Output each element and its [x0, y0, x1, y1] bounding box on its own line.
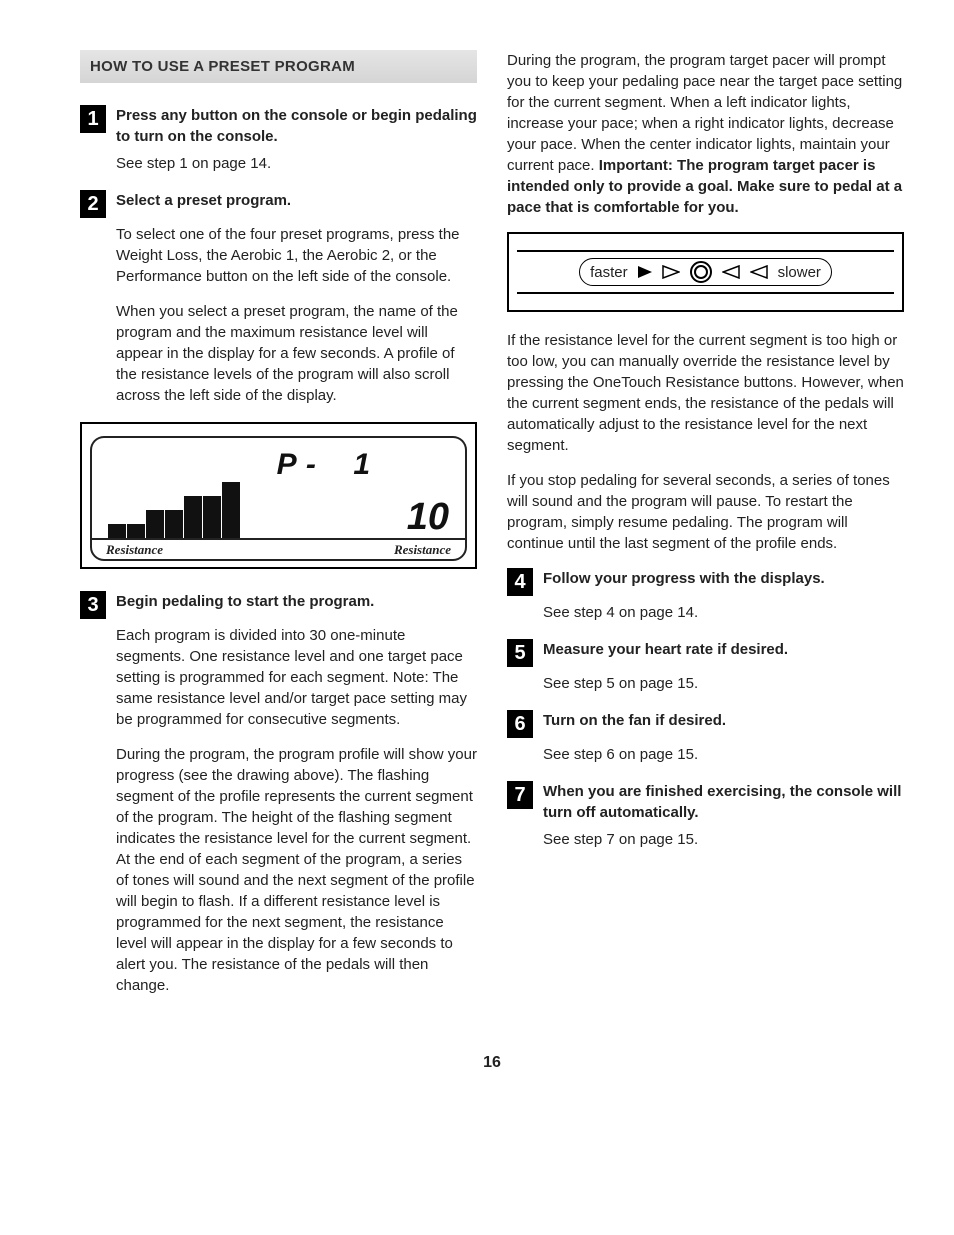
step-num-2: 2 — [80, 190, 106, 218]
step-4-body: See step 4 on page 14. — [543, 602, 904, 623]
step-2: 2 Select a preset program. — [80, 190, 477, 218]
step-num-5: 5 — [507, 639, 533, 667]
step-5: 5 Measure your heart rate if desired. — [507, 639, 904, 667]
step-2-body2: When you select a preset program, the na… — [116, 301, 477, 406]
right-p3: If you stop pedaling for several seconds… — [507, 470, 904, 554]
pacer-diagram: faster slower — [507, 232, 904, 312]
step-4-title: Follow your progress with the displays. — [543, 568, 825, 589]
arrow-left-outline-icon-1 — [722, 265, 740, 279]
step-num-1: 1 — [80, 105, 106, 133]
step-7-body: See step 7 on page 15. — [543, 829, 904, 850]
right-p2: If the resistance level for the current … — [507, 330, 904, 456]
step-5-body: See step 5 on page 15. — [543, 673, 904, 694]
display-ten-label: 10 — [407, 498, 449, 536]
display-one-label: 1 — [353, 444, 370, 486]
step-7: 7 When you are finished exercising, the … — [507, 781, 904, 823]
page-number: 16 — [80, 1052, 904, 1074]
step-6: 6 Turn on the fan if desired. — [507, 710, 904, 738]
step-5-title: Measure your heart rate if desired. — [543, 639, 788, 660]
display-diagram: P - 1 10 Resistance Resistance — [80, 422, 477, 569]
display-p-label: P - — [277, 444, 317, 486]
profile-bars — [108, 482, 240, 538]
step-1: 1 Press any button on the console or beg… — [80, 105, 477, 147]
arrow-left-outline-icon-2 — [750, 265, 768, 279]
step-7-title: When you are finished exercising, the co… — [543, 781, 904, 823]
step-3-title: Begin pedaling to start the program. — [116, 591, 374, 612]
arrow-right-outline-icon — [662, 265, 680, 279]
target-circle-icon — [690, 261, 712, 283]
arrow-right-solid-icon — [638, 266, 652, 278]
step-3-body2: During the program, the program profile … — [116, 744, 477, 996]
step-1-body: See step 1 on page 14. — [116, 153, 477, 174]
step-num-4: 4 — [507, 568, 533, 596]
resistance-label-right: Resistance — [394, 541, 451, 559]
step-6-body: See step 6 on page 15. — [543, 744, 904, 765]
step-2-body1: To select one of the four preset program… — [116, 224, 477, 287]
step-num-7: 7 — [507, 781, 533, 809]
resistance-label-left: Resistance — [106, 541, 163, 559]
step-3-body1: Each program is divided into 30 one-minu… — [116, 625, 477, 730]
section-header: HOW TO USE A PRESET PROGRAM — [80, 50, 477, 83]
step-3: 3 Begin pedaling to start the program. — [80, 591, 477, 619]
right-p1: During the program, the program target p… — [507, 50, 904, 218]
step-2-title: Select a preset program. — [116, 190, 291, 211]
step-6-title: Turn on the fan if desired. — [543, 710, 726, 731]
step-1-title: Press any button on the console or begin… — [116, 105, 477, 147]
pacer-faster: faster — [590, 262, 628, 283]
pacer-slower: slower — [778, 262, 821, 283]
step-num-3: 3 — [80, 591, 106, 619]
step-num-6: 6 — [507, 710, 533, 738]
step-4: 4 Follow your progress with the displays… — [507, 568, 904, 596]
